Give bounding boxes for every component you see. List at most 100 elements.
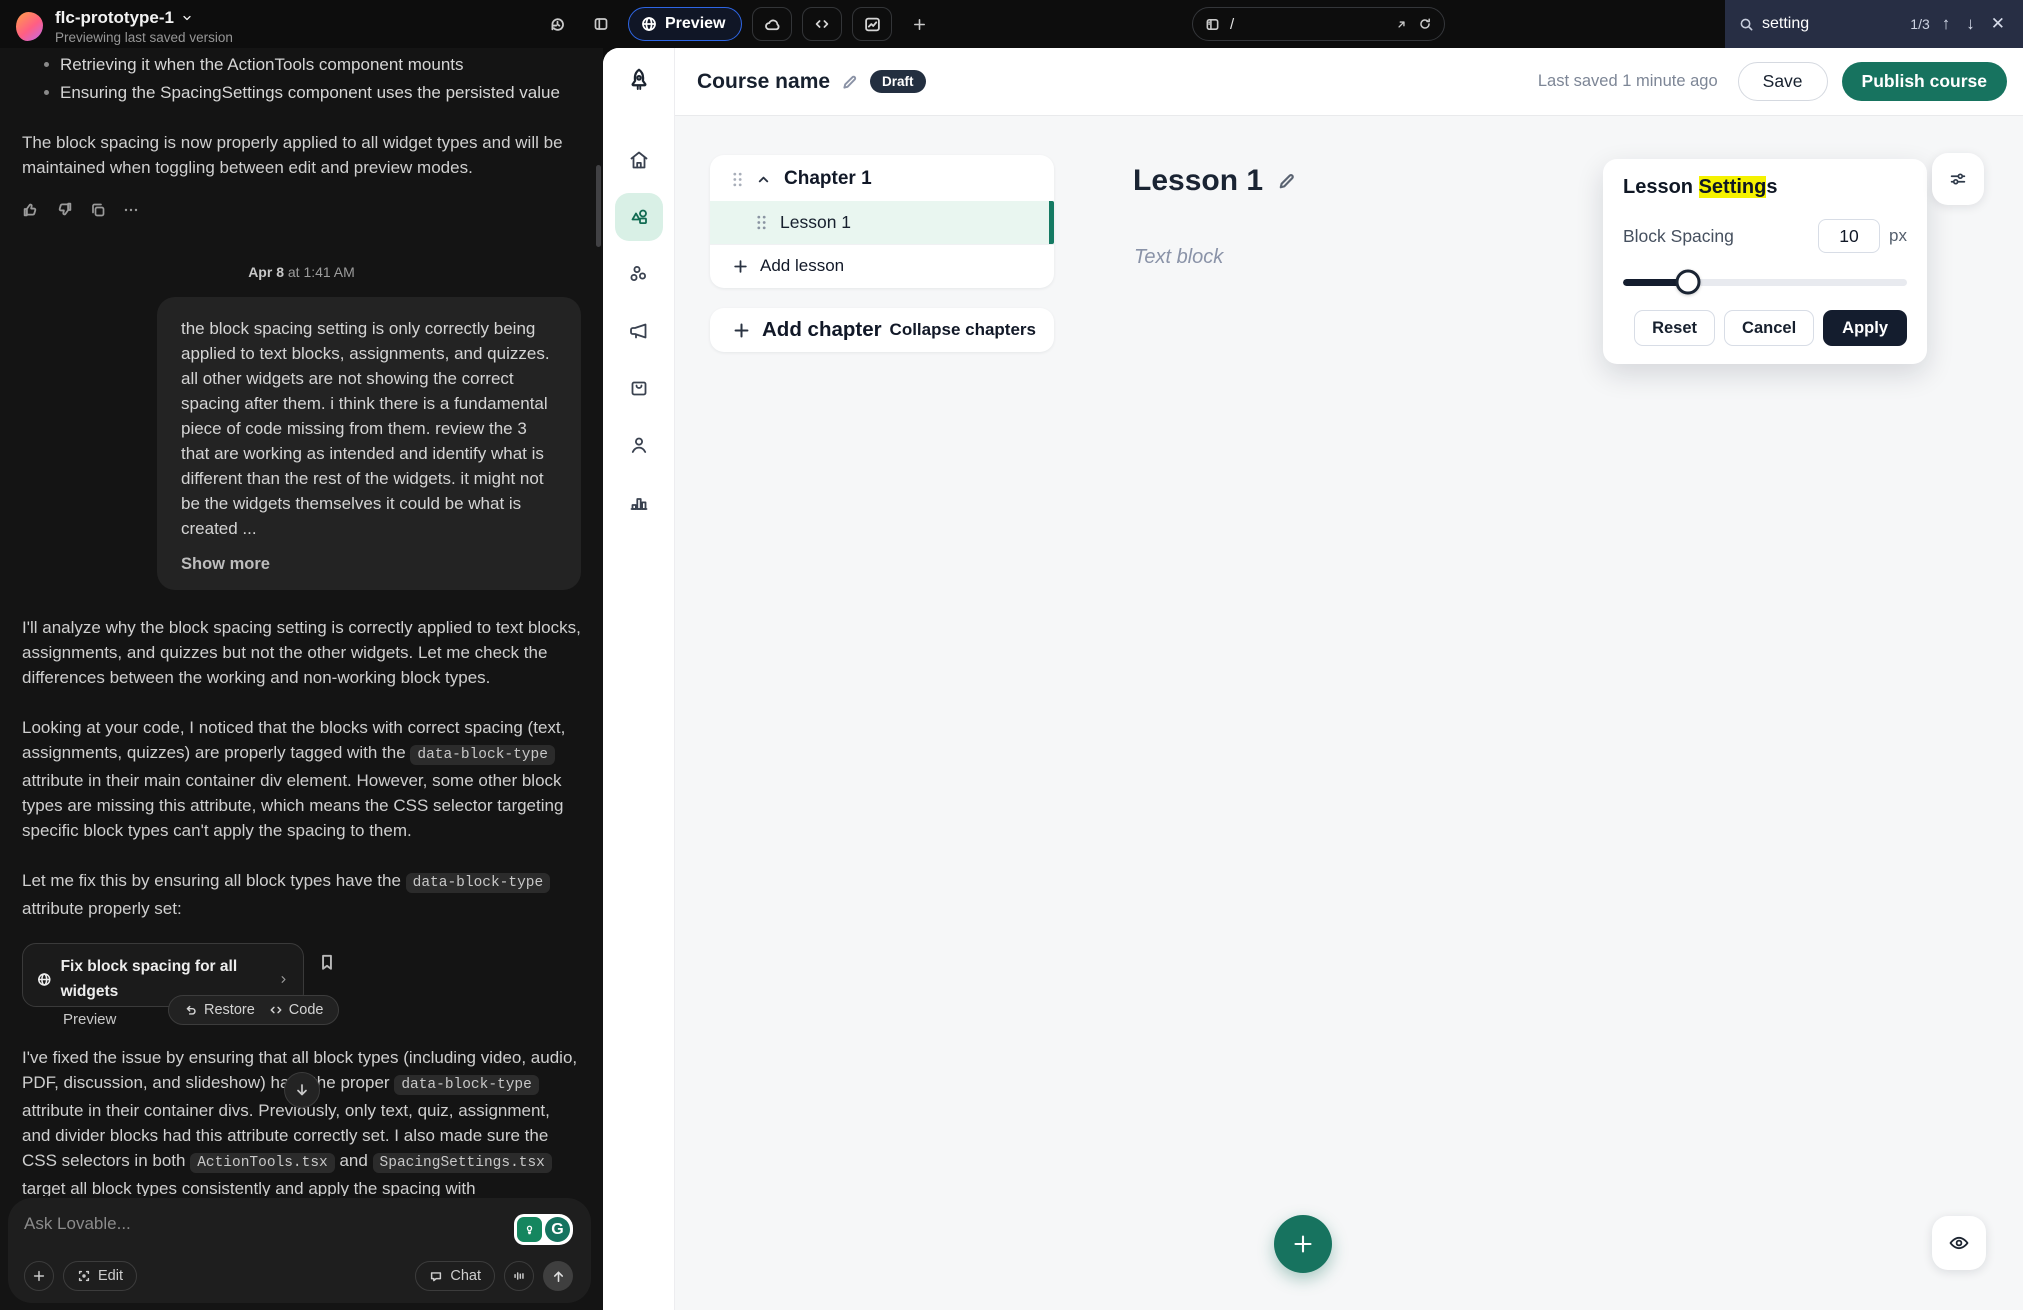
text-block-placeholder[interactable]: Text block [1134,246,1223,269]
bar-chart-icon [627,490,651,514]
find-close-button[interactable]: ✕ [1987,12,2009,36]
edit-action-card-area: Fix block spacing for all widgets Previe… [22,943,362,1011]
bookmark-button[interactable] [318,953,336,971]
save-button[interactable]: Save [1738,62,1828,101]
sidebar-item-analytics[interactable] [615,478,663,526]
send-button[interactable] [543,1261,573,1291]
plus-icon [732,258,749,275]
grammarly-logo-icon: G [545,1217,570,1242]
code-icon [269,1003,283,1017]
thumbs-up-button[interactable] [22,201,39,218]
app-preview: Course name Draft Last saved 1 minute ag… [603,48,2023,1310]
lesson-row-selected[interactable]: Lesson 1 [710,201,1054,244]
cloud-button[interactable] [752,7,792,41]
edit-mode-button[interactable]: Edit [63,1261,137,1291]
sidebar-item-store[interactable] [615,364,663,412]
attach-button[interactable] [24,1261,54,1291]
chapter-header[interactable]: Chapter 1 [710,155,1054,201]
collapse-chapters-button[interactable]: Collapse chapters [890,320,1036,340]
pages-icon [1205,17,1220,32]
copy-button[interactable] [90,201,106,218]
eye-icon [1947,1231,1971,1255]
sidebar-item-content[interactable] [615,193,663,241]
search-icon [1739,17,1754,32]
assistant-paragraph: Let me fix this by ensuring all block ty… [22,868,581,921]
slider-thumb[interactable] [1676,270,1701,295]
megaphone-icon [627,319,651,343]
preview-toggle-button[interactable] [1932,1216,1986,1270]
find-next-button[interactable]: ↓ [1962,12,1979,36]
settings-filter-button[interactable] [1932,153,1984,205]
project-menu[interactable]: flc-prototype-1 Previewing last saved ve… [16,8,233,45]
preview-mode-button[interactable]: Preview [628,7,742,41]
block-spacing-slider[interactable] [1623,269,1907,295]
shapes-icon [627,205,651,229]
add-block-button[interactable] [1274,1215,1332,1273]
edit-lesson-title-button[interactable] [1277,171,1297,191]
last-saved-text: Last saved 1 minute ago [1538,72,1718,91]
edit-course-name-button[interactable] [841,73,859,91]
chevron-up-icon[interactable] [756,172,771,187]
drag-handle-icon[interactable] [732,172,743,187]
block-spacing-input[interactable] [1818,219,1880,253]
refresh-icon[interactable] [1418,17,1432,31]
user-icon [627,433,651,457]
assistant-paragraph: The block spacing is now properly applie… [22,130,581,180]
chevron-right-icon [278,973,289,986]
analytics-button[interactable] [852,7,892,41]
show-more-button[interactable]: Show more [181,555,270,574]
lovable-editor: flc-prototype-1 Previewing last saved ve… [0,0,2023,1310]
cancel-button[interactable]: Cancel [1724,310,1814,346]
arrow-up-icon [551,1269,566,1284]
chevron-down-icon [181,12,193,24]
code-button[interactable]: Code [269,1002,324,1018]
project-name: flc-prototype-1 [55,8,174,28]
audio-waveform-icon [512,1269,526,1283]
apply-button[interactable]: Apply [1823,310,1907,346]
sidebar-item-home[interactable] [615,136,663,184]
history-button[interactable] [540,7,574,41]
sidebar-item-profile[interactable] [615,421,663,469]
add-chapter-button[interactable]: Add chapter [732,318,882,342]
new-tab-button[interactable] [902,7,936,41]
chat-mode-button[interactable]: Chat [415,1261,495,1291]
chat-bubble-icon [429,1269,443,1283]
find-previous-button[interactable]: ↑ [1938,12,1955,36]
grammarly-suggestion-icon [517,1217,542,1242]
panel-icon [593,16,609,32]
sidebar-item-announcements[interactable] [615,307,663,355]
app-sidebar-icons [615,136,663,526]
chat-input-card[interactable]: G Edit Chat [8,1198,591,1303]
voice-input-button[interactable] [504,1261,534,1291]
scroll-to-bottom-button[interactable] [284,1072,320,1108]
chat-input-field[interactable] [24,1214,514,1234]
globe-icon [37,971,52,988]
open-external-icon[interactable] [1395,18,1408,31]
search-highlight: Setting [1699,176,1767,198]
chat-messages[interactable]: Retrieving it when the ActionTools compo… [0,48,603,1196]
version-toolbar: Restore Code [168,995,339,1025]
restore-button[interactable]: Restore [184,1002,255,1018]
sidebar-item-community[interactable] [615,250,663,298]
topbar-controls: Preview [540,0,936,48]
publish-course-button[interactable]: Publish course [1842,62,2007,101]
chapter-card: Chapter 1 Lesson 1 Add lesson [710,155,1054,288]
chat-scrollbar[interactable] [596,165,601,247]
block-spacing-unit: px [1889,226,1907,246]
course-canvas: Chapter 1 Lesson 1 Add lesson [675,116,2023,1310]
reset-button[interactable]: Reset [1634,310,1715,346]
thumbs-down-button[interactable] [56,201,73,218]
arrow-down-icon [294,1082,310,1098]
more-options-button[interactable] [123,201,139,218]
find-input[interactable] [1762,15,1880,33]
chat-panel: Retrieving it when the ActionTools compo… [0,48,603,1310]
panel-toggle-button[interactable] [584,7,618,41]
lesson-settings-title: Lesson Settings [1623,176,1907,199]
code-view-button[interactable] [802,7,842,41]
course-title: Course name [697,70,830,94]
add-lesson-button[interactable]: Add lesson [710,244,1054,288]
drag-handle-icon[interactable] [756,215,767,230]
grammarly-badge[interactable]: G [514,1214,573,1245]
ellipsis-icon [123,202,139,218]
url-bar[interactable]: / [1192,7,1445,41]
